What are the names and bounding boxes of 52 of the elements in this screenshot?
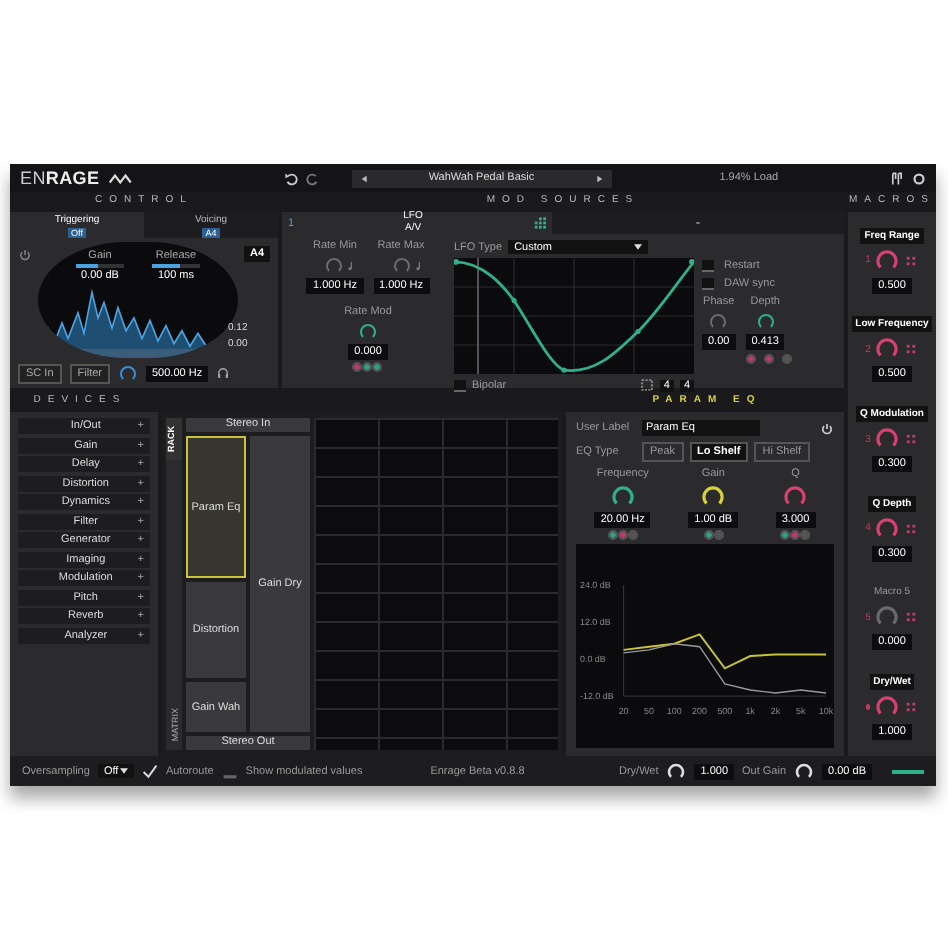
modulation-dot[interactable]: [715, 531, 722, 537]
knob[interactable]: [609, 483, 636, 509]
macro-knob[interactable]: [874, 247, 901, 274]
out-gain-knob[interactable]: [794, 761, 815, 781]
tuning-fork-icon[interactable]: [890, 171, 904, 185]
modulation-dot[interactable]: [748, 356, 754, 362]
power-icon[interactable]: [18, 248, 32, 262]
caret-icon: [119, 768, 128, 774]
next-icon[interactable]: [593, 173, 604, 183]
option-checkbox[interactable]: [702, 260, 714, 272]
bipolar-checkbox[interactable]: [454, 379, 466, 391]
modulation-dot[interactable]: [364, 363, 371, 369]
dry-wet-knob[interactable]: [666, 761, 687, 781]
modulation-dot[interactable]: [374, 363, 381, 369]
modulation-dot[interactable]: [784, 356, 790, 362]
macro-knob[interactable]: [874, 515, 901, 542]
drag-handle-icon[interactable]: [904, 700, 919, 715]
redo-icon[interactable]: [305, 171, 320, 185]
drag-handle-icon[interactable]: [904, 610, 919, 625]
note-icon[interactable]: [346, 259, 355, 271]
option-checkbox[interactable]: [702, 278, 714, 290]
knob[interactable]: [755, 311, 776, 331]
settings-icon[interactable]: [912, 171, 926, 185]
power-icon[interactable]: [820, 421, 834, 435]
drag-handle-icon[interactable]: [904, 432, 919, 447]
grid-icon[interactable]: [532, 216, 546, 230]
knob[interactable]: [700, 483, 727, 509]
caret-icon: [634, 244, 643, 250]
autoroute-checkbox[interactable]: [141, 763, 158, 779]
logo-text: ENRAGE: [20, 168, 100, 188]
drag-handle-icon[interactable]: [904, 521, 919, 536]
drag-handle-icon[interactable]: [904, 253, 919, 268]
modulation-dot[interactable]: [705, 531, 712, 537]
undo-icon[interactable]: [283, 171, 298, 185]
modulation-dot[interactable]: [619, 531, 626, 537]
knob[interactable]: [357, 321, 378, 341]
macro-dot-icon: [865, 704, 871, 710]
modulation-dot[interactable]: [629, 531, 636, 537]
modulation-dot[interactable]: [609, 531, 616, 537]
note-icon[interactable]: [413, 259, 421, 271]
previous-icon[interactable]: [359, 173, 370, 183]
modulation-dot[interactable]: [766, 356, 772, 362]
modulation-dot[interactable]: [354, 363, 361, 369]
lfo-curve-drawing[interactable]: [454, 258, 694, 374]
headphones-icon[interactable]: [216, 366, 231, 380]
grid-size-icon[interactable]: [639, 378, 654, 392]
modulation-dot[interactable]: [782, 531, 789, 537]
filter-knob[interactable]: [118, 363, 138, 383]
drag-handle-icon[interactable]: [904, 342, 919, 357]
modulation-dot[interactable]: [792, 531, 799, 537]
modulation-dot[interactable]: [802, 531, 809, 537]
brand-logo-icon: [107, 171, 136, 185]
